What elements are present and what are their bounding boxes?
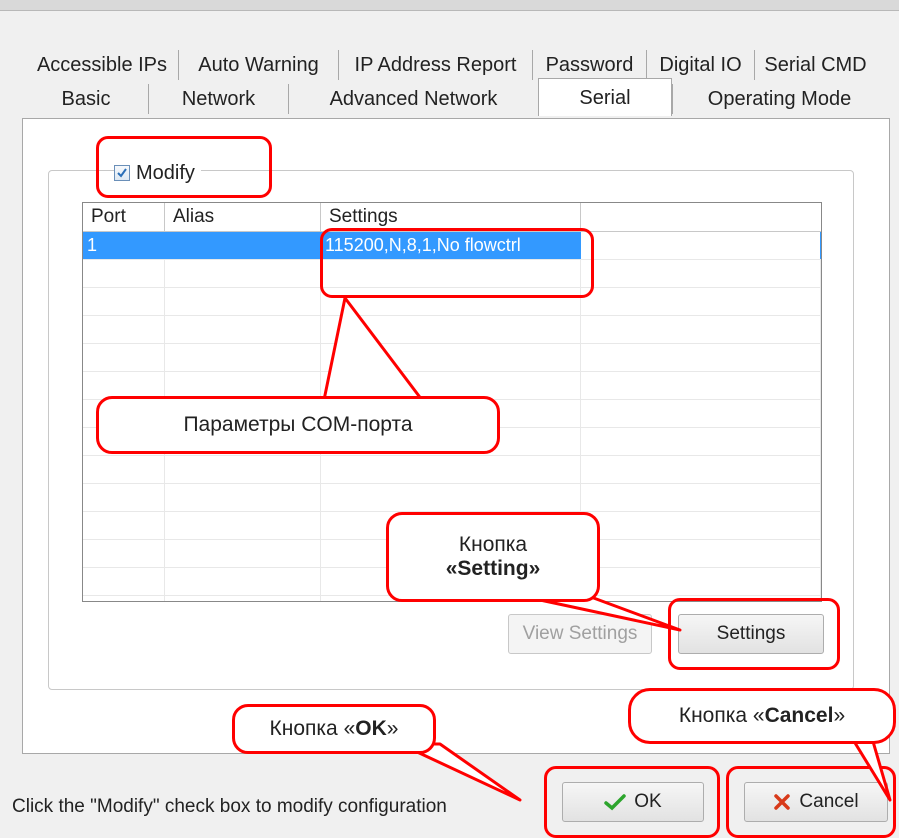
callout-setting-open-quote: « <box>445 557 458 580</box>
callout-ok-name: OK <box>355 717 387 740</box>
callout-ok-suffix: » <box>386 717 399 740</box>
callout-ok-text: Кнопка «OK» <box>270 717 399 741</box>
callout-cancel-prefix: Кнопка « <box>678 704 765 727</box>
callout-cancel-text: Кнопка «Cancel» <box>679 704 845 728</box>
callout-setting-button: Кнопка «Setting» <box>386 512 600 602</box>
callout-ok-button: Кнопка «OK» <box>232 704 436 754</box>
callout-cancel-suffix: » <box>833 704 846 727</box>
callout-ok-prefix: Кнопка « <box>269 717 356 740</box>
callout-cancel-name: Cancel <box>764 704 834 727</box>
callout-setting-close-quote: » <box>528 557 541 580</box>
callout-com-params: Параметры COM-порта <box>96 396 500 454</box>
callout-cancel-button: Кнопка «Cancel» <box>628 688 896 744</box>
callout-setting-line2: «Setting» <box>446 557 541 581</box>
callout-com-params-text: Параметры COM-порта <box>183 413 413 436</box>
callout-setting-line1: Кнопка <box>458 533 528 556</box>
callout-setting-name: Setting <box>457 557 529 580</box>
